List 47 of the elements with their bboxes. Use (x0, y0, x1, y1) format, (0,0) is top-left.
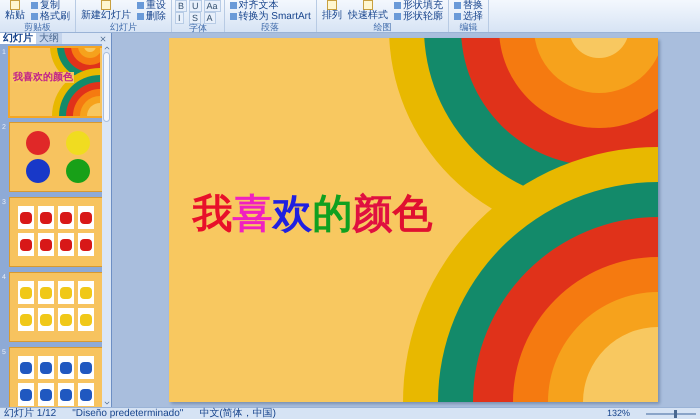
ribbon-button[interactable]: 复制 (29, 0, 62, 11)
slide-thumbnail[interactable]: 我喜欢的颜色 (10, 48, 102, 116)
slide-thumbnail[interactable] (10, 123, 102, 191)
group-label: 剪贴板 (23, 23, 52, 32)
ribbon-button[interactable]: 转换为 SmartArt (228, 11, 313, 22)
scrollbar[interactable] (102, 44, 111, 407)
format-button[interactable]: B (175, 0, 188, 12)
ribbon-button[interactable]: 快速样式 (346, 0, 390, 21)
document-icon (326, 0, 337, 10)
close-icon[interactable] (99, 35, 107, 43)
ribbon-button[interactable]: 排列 (320, 0, 344, 21)
ribbon-button[interactable]: 格式刷 (29, 11, 72, 22)
slide-thumbnail[interactable] (10, 348, 102, 407)
panel-tab[interactable]: 大纲 (36, 33, 62, 44)
format-button[interactable]: A (204, 12, 216, 24)
thumbnail-title: 我喜欢的颜色 (12, 72, 74, 83)
scroll-down-icon[interactable] (102, 399, 110, 407)
group-label: 幻灯片 (109, 23, 138, 32)
document-icon (10, 0, 20, 10)
slide-thumbnail[interactable] (10, 273, 102, 341)
scrollbar-thumb[interactable] (103, 52, 110, 122)
format-button[interactable]: I (175, 12, 184, 24)
document-icon (101, 0, 111, 10)
document-icon (362, 0, 373, 10)
status-text: "Diseño predeterminado" (72, 408, 184, 419)
zoom-level: 132% (606, 408, 630, 419)
group-label: 绘图 (372, 23, 392, 32)
ribbon-button[interactable]: 替换 (452, 0, 485, 11)
panel-tab[interactable]: 幻灯片 (0, 33, 36, 44)
status-text: 中文(简体，中国) (199, 408, 276, 419)
scroll-up-icon[interactable] (102, 44, 110, 52)
ribbon-button[interactable]: 选择 (452, 11, 485, 22)
format-button[interactable]: Aa (204, 0, 221, 12)
ribbon-button[interactable]: 删除 (135, 11, 168, 22)
group-label: 段落 (260, 23, 280, 32)
ribbon-button[interactable]: 重设 (135, 0, 168, 11)
format-button[interactable]: U (189, 0, 202, 12)
status-text: 幻灯片 1/12 (4, 408, 56, 419)
format-button[interactable]: S (189, 12, 202, 24)
ribbon-button[interactable]: 新建幻灯片 (79, 0, 133, 21)
ribbon-button[interactable]: 形状轮廓 (392, 11, 445, 22)
group-label: 编辑 (458, 23, 478, 32)
slide-thumbnail[interactable] (10, 198, 102, 266)
slider-thumb[interactable] (674, 410, 676, 418)
ribbon-button[interactable]: 粘贴 (3, 0, 27, 21)
group-label: 字体 (188, 24, 208, 33)
slide-title: 我喜欢的颜色 (192, 191, 432, 237)
